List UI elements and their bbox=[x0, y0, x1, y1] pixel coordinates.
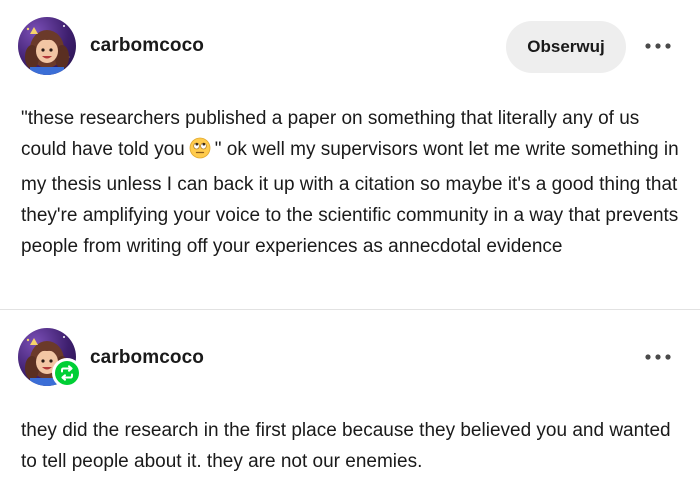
dashboard-thread: carbomcoco Obserwuj "these researchers p… bbox=[0, 0, 700, 500]
post-reblog: carbomcoco they did the research in the … bbox=[0, 310, 700, 500]
ellipsis-icon bbox=[645, 43, 671, 49]
more-options-button[interactable] bbox=[640, 31, 676, 61]
reblog-badge bbox=[52, 358, 82, 388]
face-with-rolling-eyes-icon bbox=[189, 137, 211, 169]
post-body: they did the research in the first place… bbox=[21, 420, 671, 472]
post-original: carbomcoco Obserwuj "these researchers p… bbox=[0, 0, 700, 310]
ellipsis-icon bbox=[645, 354, 671, 360]
reblog-icon bbox=[55, 361, 79, 385]
post-body: "these researchers published a paper on … bbox=[21, 103, 686, 262]
avatar-illustration bbox=[25, 25, 70, 75]
username[interactable]: carbomcoco bbox=[90, 347, 204, 369]
follow-button[interactable]: Obserwuj bbox=[506, 21, 626, 73]
more-options-button[interactable] bbox=[640, 342, 676, 372]
username[interactable]: carbomcoco bbox=[90, 35, 204, 57]
avatar[interactable] bbox=[18, 17, 76, 75]
